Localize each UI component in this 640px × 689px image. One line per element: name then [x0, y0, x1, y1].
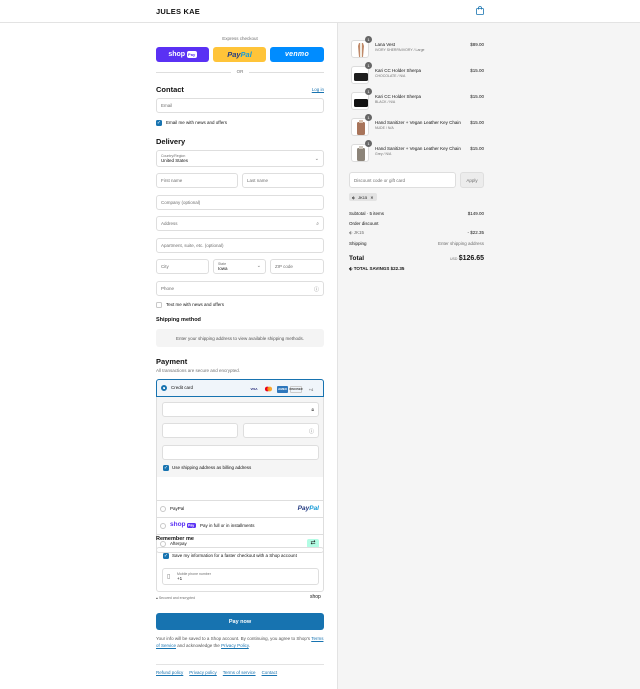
shop-logo: shop: [310, 594, 321, 600]
card-number-field[interactable]: 🔒︎: [162, 402, 319, 417]
payment-title: Payment: [156, 357, 188, 366]
help-icon[interactable]: ⓘ: [314, 286, 319, 293]
total-row: Total USD $126.65: [349, 255, 484, 262]
company-field[interactable]: Company (optional): [156, 195, 324, 210]
search-icon: ⌕: [316, 221, 319, 227]
privacy-link[interactable]: Privacy Policy: [221, 643, 249, 648]
quantity-badge: 1: [365, 36, 372, 43]
credit-card-fields: 🔒︎ ⓘ ✓ Use shipping address as billing a…: [156, 397, 324, 477]
country-select[interactable]: Country/Region United States ⌄: [156, 150, 324, 167]
shop-pay-wordmark: shop: [168, 51, 186, 58]
text-news-checkbox[interactable]: [156, 302, 162, 308]
quantity-badge: 1: [365, 140, 372, 147]
help-icon[interactable]: ⓘ: [309, 428, 314, 435]
city-field[interactable]: City: [156, 259, 209, 274]
order-discount-row: Order discount: [349, 221, 379, 226]
paypal-option[interactable]: PayPal PayPal: [156, 500, 324, 517]
shop-pay-logo: shop Pay: [170, 521, 196, 528]
remember-box: ✓ Save my information for a faster check…: [156, 547, 324, 592]
venmo-button[interactable]: venmo: [270, 47, 324, 62]
contact-link[interactable]: Contact: [262, 670, 278, 675]
billing-label: Use shipping address as billing address: [172, 465, 252, 470]
amex-icon: AMEX: [277, 385, 288, 393]
security-code-field[interactable]: ⓘ: [243, 423, 319, 438]
last-name-field[interactable]: Last name: [242, 173, 324, 188]
footer-links: Refund policy Privacy policy Terms of se…: [156, 670, 277, 675]
lock-icon: 🔒︎: [311, 407, 314, 413]
or-divider: OR: [156, 69, 324, 75]
credit-card-option[interactable]: Credit card VISA AMEX DISCOVER +4: [156, 379, 324, 397]
quantity-badge: 1: [365, 88, 372, 95]
billing-checkbox[interactable]: ✓: [163, 465, 169, 471]
text-news-label: Text me with news and offers: [166, 302, 224, 307]
expiration-field[interactable]: [162, 423, 238, 438]
apply-button[interactable]: Apply: [460, 172, 484, 188]
discount-code-row: ⬖ JK15- $22.35: [349, 230, 484, 235]
visa-icon: VISA: [250, 387, 258, 391]
paypal-wordmark-pal: Pal: [240, 50, 252, 59]
login-link[interactable]: Log in: [312, 87, 324, 92]
paypal-radio[interactable]: [160, 506, 166, 512]
cart-item: 1 Lana Vest IVORY SHERPA/IVORY / Large $…: [351, 36, 484, 60]
email-field[interactable]: Email: [156, 98, 324, 113]
shop-pay-option[interactable]: shop Pay Pay in full or in installments: [156, 517, 324, 534]
refund-policy-link[interactable]: Refund policy: [156, 670, 183, 675]
mobile-phone-field[interactable]: ▯ Mobile phone number +1: [162, 568, 319, 585]
tag-icon: ⬖: [352, 194, 356, 200]
credit-card-radio[interactable]: [161, 385, 167, 391]
header: JULES KAE: [0, 0, 640, 23]
discount-input[interactable]: Discount code or gift card: [349, 172, 456, 188]
address-field[interactable]: Address ⌕: [156, 216, 324, 231]
phone-field[interactable]: Phone ⓘ: [156, 281, 324, 296]
venmo-wordmark: venmo: [284, 51, 310, 58]
discover-icon: DISCOVER: [289, 385, 303, 393]
quantity-badge: 1: [365, 62, 372, 69]
express-checkout-title: Express checkout: [222, 36, 258, 41]
cart-item: 1 Kari CC Holder Sherpa BLACK / N/A $15.…: [351, 88, 484, 112]
email-news-label: Email me with news and offers: [166, 120, 227, 125]
secured-note: 🔒︎ Secured and encrypted: [156, 596, 196, 600]
pay-now-button[interactable]: Pay now: [156, 613, 324, 630]
cart-item: 1 Hand Sanitizer + Vegan Leather Key Cha…: [351, 114, 484, 138]
legal-text: Your info will be saved to a Shop accoun…: [156, 636, 324, 648]
quantity-badge: 1: [365, 114, 372, 121]
more-cards-badge: +4: [308, 386, 314, 392]
delivery-title: Delivery: [156, 137, 186, 146]
store-logo[interactable]: JULES KAE: [156, 7, 200, 16]
save-info-checkbox[interactable]: ✓: [163, 553, 169, 559]
paypal-logo: PayPal: [297, 505, 319, 512]
shipping-method-title: Shipping method: [156, 317, 201, 323]
name-on-card-field[interactable]: [162, 445, 319, 460]
privacy-policy-link[interactable]: Privacy policy: [189, 670, 217, 675]
payment-subtitle: All transactions are secure and encrypte…: [156, 368, 241, 373]
total-savings-row: ⬖ TOTAL SAVINGS $22.35: [349, 266, 405, 271]
cart-item: 1 Hand Sanitizer + Vegan Leather Key Cha…: [351, 140, 484, 164]
phone-icon: ▯: [167, 574, 171, 580]
save-info-label: Save my information for a faster checkou…: [172, 553, 297, 558]
footer-divider: [156, 664, 324, 665]
chevron-down-icon: ⌄: [314, 156, 319, 162]
shop-pay-button[interactable]: shop Pay: [156, 47, 209, 62]
shipping-notice: Enter your shipping address to view avai…: [156, 329, 324, 347]
paypal-wordmark-pay: Pay: [227, 50, 241, 59]
shipping-row: Shipping Enter shipping address: [349, 241, 484, 246]
mastercard-icon: [263, 386, 273, 392]
subtotal-row: Subtotal · 5 items $149.00: [349, 211, 484, 216]
paypal-button[interactable]: Pay Pal: [213, 47, 266, 62]
discount-tag: ⬖ JK15 ✕: [349, 193, 377, 201]
chevron-down-icon: ⌄: [256, 263, 261, 269]
first-name-field[interactable]: First name: [156, 173, 238, 188]
state-select[interactable]: State Iowa ⌄: [213, 259, 266, 274]
zip-field[interactable]: ZIP code: [270, 259, 324, 274]
remove-discount-icon[interactable]: ✕: [370, 195, 373, 200]
terms-of-service-link[interactable]: Terms of service: [223, 670, 256, 675]
shopping-bag-icon[interactable]: [476, 6, 484, 15]
shop-pay-radio[interactable]: [160, 523, 166, 529]
email-news-checkbox[interactable]: ✓: [156, 120, 162, 126]
apartment-field[interactable]: Apartment, suite, etc. (optional): [156, 238, 324, 253]
remember-title: Remember me: [156, 536, 194, 542]
contact-title: Contact: [156, 85, 184, 94]
shop-pay-badge: Pay: [186, 51, 197, 58]
cart-item: 1 Kari CC Holder Sherpa CHOCOLATE / N/A …: [351, 62, 484, 86]
